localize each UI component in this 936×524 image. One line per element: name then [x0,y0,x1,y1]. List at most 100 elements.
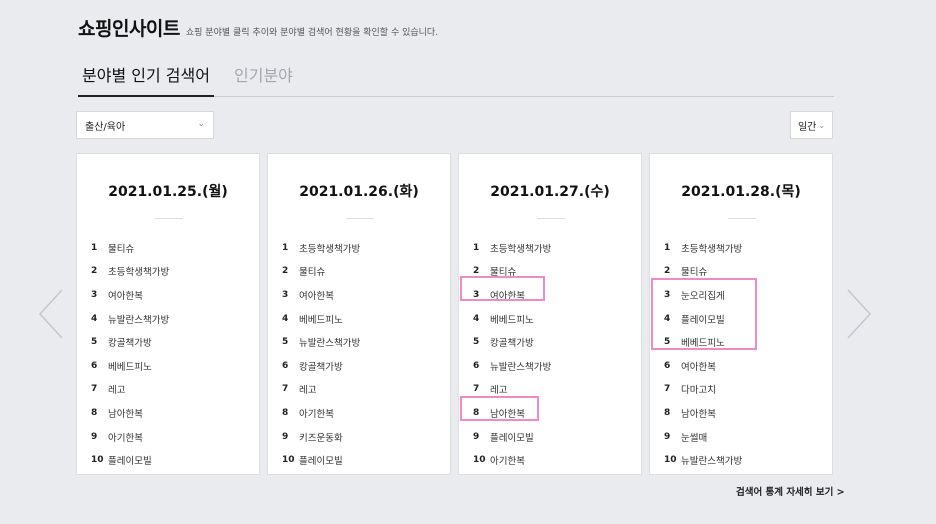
rank-keyword: 베베드피노 [490,314,534,326]
ranking-item[interactable]: 10 플레이모빌 [282,448,360,472]
ranking-card: 2021.01.25.(월) 1 물티슈 2 초등학생책가방 3 여아한복 4 뉴발란스책가방 5… [76,153,260,475]
ranking-item[interactable]: 5 캉골책가방 [473,330,551,354]
rank-keyword: 여아한복 [299,290,334,302]
ranking-item[interactable]: 4 베베드피노 [282,307,360,331]
ranking-item[interactable]: 2 초등학생책가방 [91,260,169,284]
ranking-item[interactable]: 10 뉴발란스책가방 [664,448,742,472]
ranking-item[interactable]: 9 눈썰매 [664,425,742,449]
rank-number: 3 [473,289,480,300]
rank-keyword: 베베드피노 [681,338,725,350]
rank-keyword: 다마고치 [681,385,716,397]
ranking-item[interactable]: 1 초등학생책가방 [473,236,551,260]
ranking-list: 1 초등학생책가방 2 물티슈 3 여아한복 4 베베드피노 5 뉴발란스책가방 6 캉골책가방 7 레고… [282,236,360,472]
keyword-stats-detail-link[interactable]: 검색어 통계 자세히 보기 > [736,484,845,498]
rank-keyword: 레고 [490,385,508,397]
ranking-item[interactable]: 8 남아한복 [664,401,742,425]
rank-keyword: 물티슈 [299,267,326,279]
rank-keyword: 여아한복 [490,290,525,302]
ranking-item[interactable]: 7 레고 [473,378,551,402]
rank-keyword: 베베드피노 [108,361,152,373]
ranking-item[interactable]: 9 키즈운동화 [282,425,360,449]
ranking-item[interactable]: 3 여아한복 [473,283,551,307]
rank-number: 7 [664,384,671,395]
ranking-item[interactable]: 5 캉골책가방 [91,330,169,354]
ranking-item[interactable]: 8 아기한복 [282,401,360,425]
rank-keyword: 초등학생책가방 [681,243,743,255]
ranking-item[interactable]: 2 물티슈 [664,260,742,284]
prev-arrow-button[interactable] [38,288,64,340]
rank-keyword: 눈썰매 [681,432,708,444]
divider [728,218,756,219]
rank-number: 6 [473,360,480,371]
ranking-item[interactable]: 5 베베드피노 [664,330,742,354]
rank-keyword: 눈오리집게 [681,290,725,302]
rank-number: 10 [473,455,486,466]
rank-keyword: 플레이모빌 [490,432,534,444]
rank-number: 2 [91,266,98,277]
ranking-list: 1 물티슈 2 초등학생책가방 3 여아한복 4 뉴발란스책가방 5 캉골책가방 6 베베드피노 7 레고… [91,236,169,472]
rank-keyword: 물티슈 [681,267,708,279]
ranking-item[interactable]: 7 다마고치 [664,378,742,402]
rank-keyword: 여아한복 [108,290,143,302]
rank-keyword: 플레이모빌 [681,314,725,326]
rank-keyword: 아기한복 [108,432,143,444]
period-select-value: 일간 [797,121,817,133]
rank-number: 10 [91,455,104,466]
tab-popular-categories[interactable]: 인기분야 [230,62,297,98]
ranking-item[interactable]: 2 물티슈 [282,260,360,284]
ranking-item[interactable]: 9 아기한복 [91,425,169,449]
rank-keyword: 뉴발란스책가방 [681,456,743,468]
rank-number: 10 [664,455,677,466]
ranking-item[interactable]: 4 베베드피노 [473,307,551,331]
rank-number: 4 [282,313,289,324]
ranking-item[interactable]: 7 레고 [91,378,169,402]
rank-keyword: 뉴발란스책가방 [299,338,361,350]
card-date: 2021.01.28.(목) [681,184,801,200]
rank-keyword: 캉골책가방 [490,338,534,350]
ranking-item[interactable]: 2 물티슈 [473,260,551,284]
ranking-item[interactable]: 6 베베드피노 [91,354,169,378]
ranking-item[interactable]: 3 눈오리집게 [664,283,742,307]
rank-number: 2 [664,266,671,277]
ranking-item[interactable]: 8 남아한복 [473,401,551,425]
tab-category-keywords[interactable]: 분야별 인기 검색어 [78,62,214,97]
ranking-item[interactable]: 9 플레이모빌 [473,425,551,449]
rank-keyword: 레고 [299,385,317,397]
card-date: 2021.01.27.(수) [490,184,610,200]
rank-number: 7 [473,384,480,395]
ranking-item[interactable]: 1 초등학생책가방 [282,236,360,260]
next-arrow-button[interactable] [846,288,872,340]
rank-number: 9 [91,431,98,442]
ranking-item[interactable]: 8 남아한복 [91,401,169,425]
ranking-item[interactable]: 3 여아한복 [282,283,360,307]
tab-bar: 분야별 인기 검색어 인기분야 [78,62,834,97]
ranking-item[interactable]: 1 물티슈 [91,236,169,260]
ranking-item[interactable]: 4 뉴발란스책가방 [91,307,169,331]
chevron-down-icon: ⌄ [197,119,205,129]
ranking-item[interactable]: 1 초등학생책가방 [664,236,742,260]
rank-number: 5 [664,337,671,348]
rank-number: 3 [91,289,98,300]
rank-number: 6 [91,360,98,371]
rank-keyword: 초등학생책가방 [299,243,361,255]
ranking-card: 2021.01.28.(목) 1 초등학생책가방 2 물티슈 3 눈오리집게 4 플레이모빌 5 베… [649,153,833,475]
category-select-value: 출산/육아 [85,121,126,133]
category-select[interactable]: 출산/육아 ⌄ [76,111,214,139]
ranking-item[interactable]: 6 뉴발란스책가방 [473,354,551,378]
page-header: 쇼핑인사이트 쇼핑 분야별 클릭 추이와 분야별 검색어 현황을 확인할 수 있… [78,14,438,41]
ranking-item[interactable]: 4 플레이모빌 [664,307,742,331]
ranking-item[interactable]: 6 여아한복 [664,354,742,378]
rank-number: 10 [282,455,295,466]
ranking-item[interactable]: 5 뉴발란스책가방 [282,330,360,354]
ranking-item[interactable]: 10 아기한복 [473,448,551,472]
chevron-right-icon [847,289,872,339]
rank-number: 1 [473,242,480,253]
period-select[interactable]: 일간 ⌄ [790,111,833,139]
rank-keyword: 아기한복 [490,456,525,468]
ranking-item[interactable]: 10 플레이모빌 [91,448,169,472]
ranking-item[interactable]: 6 캉골책가방 [282,354,360,378]
rank-keyword: 뉴발란스책가방 [108,314,170,326]
ranking-item[interactable]: 3 여아한복 [91,283,169,307]
ranking-item[interactable]: 7 레고 [282,378,360,402]
rank-keyword: 캉골책가방 [299,361,343,373]
